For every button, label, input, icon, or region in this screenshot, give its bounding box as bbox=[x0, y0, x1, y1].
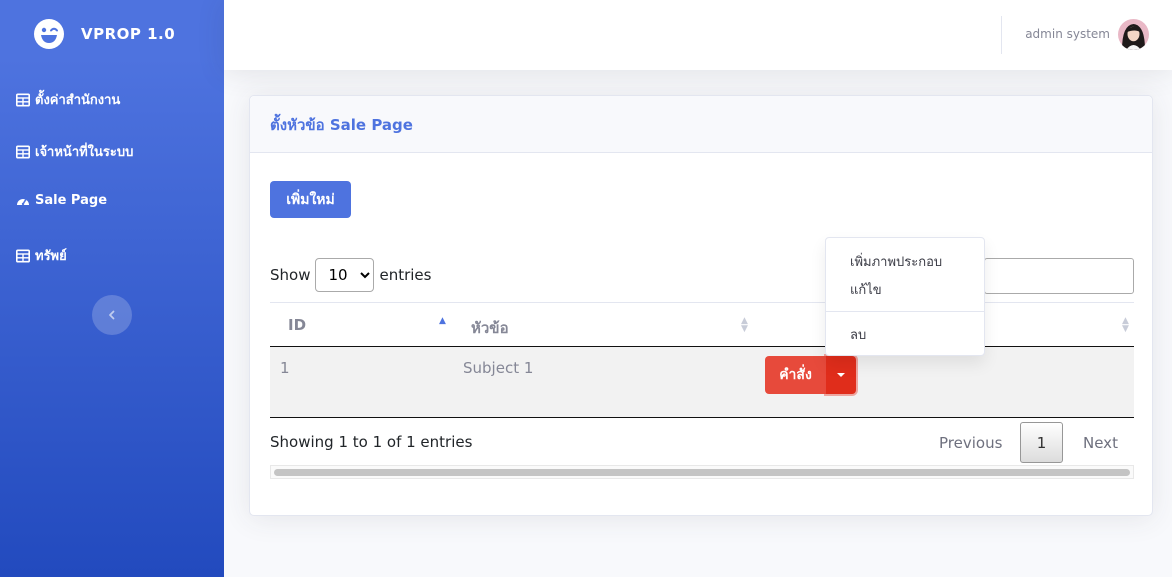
card-title: ตั้งหัวข้อ Sale Page bbox=[250, 96, 1152, 153]
menu-item-add-image[interactable]: เพิ่มภาพประกอบ bbox=[850, 251, 942, 272]
sidebar-item-label: ตั้งค่าสำนักงาน bbox=[35, 93, 121, 108]
menu-item-edit[interactable]: แก้ไข bbox=[850, 279, 882, 300]
pagination-page-1[interactable]: 1 bbox=[1020, 422, 1063, 463]
brand[interactable]: VPROP 1.0 bbox=[33, 17, 175, 51]
sort-both-icon[interactable]: ▲ ▼ bbox=[1122, 317, 1129, 334]
topbar: admin system bbox=[224, 0, 1172, 70]
table-header: ID ▲ หัวข้อ ▲ ▼ ▲ ▼ bbox=[270, 302, 1134, 347]
cell-subject: Subject 1 bbox=[463, 359, 534, 377]
sidebar-item-label: ทรัพย์ bbox=[35, 249, 67, 264]
add-new-button[interactable]: เพิ่มใหม่ bbox=[270, 181, 351, 218]
user-name[interactable]: admin system bbox=[1025, 27, 1110, 41]
horizontal-scrollbar[interactable] bbox=[270, 465, 1134, 479]
page-length-control: Show 10 entries bbox=[270, 258, 431, 292]
sort-both-icon[interactable]: ▲ ▼ bbox=[741, 317, 748, 334]
sidebar-item-staff[interactable]: เจ้าหน้าที่ในระบบ bbox=[16, 141, 133, 162]
brand-name: VPROP 1.0 bbox=[81, 25, 176, 43]
command-button[interactable]: คำสั่ง bbox=[765, 356, 826, 394]
chevron-left-icon bbox=[109, 310, 115, 320]
table-icon bbox=[16, 144, 30, 158]
sidebar-item-label: Sale Page bbox=[35, 193, 108, 208]
table-icon bbox=[16, 92, 30, 106]
sort-asc-icon[interactable]: ▲ bbox=[439, 317, 446, 326]
search-input[interactable] bbox=[984, 258, 1134, 294]
table-icon bbox=[16, 248, 30, 262]
page-length-select[interactable]: 10 bbox=[315, 258, 375, 292]
scrollbar-thumb[interactable] bbox=[274, 469, 1130, 476]
show-label: Show bbox=[270, 266, 311, 284]
column-header-id[interactable]: ID bbox=[288, 316, 306, 334]
sidebar: VPROP 1.0 ตั้งค่าสำนักงาน เจ้าหน้าที่ในร… bbox=[0, 0, 224, 577]
entries-label: entries bbox=[379, 266, 432, 284]
topbar-divider bbox=[1001, 16, 1002, 54]
tachometer-icon bbox=[17, 198, 29, 205]
sidebar-item-property[interactable]: ทรัพย์ bbox=[16, 245, 67, 266]
pagination-next[interactable]: Next bbox=[1083, 434, 1118, 452]
user-avatar-icon bbox=[1118, 19, 1149, 50]
cell-id: 1 bbox=[280, 359, 290, 377]
laugh-wink-icon bbox=[34, 19, 64, 49]
pagination-previous[interactable]: Previous bbox=[939, 434, 1002, 452]
column-header-subject[interactable]: หัวข้อ bbox=[471, 316, 509, 340]
sidebar-toggle-button[interactable] bbox=[92, 295, 132, 335]
avatar[interactable] bbox=[1118, 19, 1149, 50]
menu-item-delete[interactable]: ลบ bbox=[850, 324, 866, 345]
data-table: ID ▲ หัวข้อ ▲ ▼ ▲ ▼ 1 Subject 1 คำสั่ง bbox=[270, 302, 1134, 418]
table-row: 1 Subject 1 คำสั่ง bbox=[270, 347, 1134, 418]
sidebar-item-label: เจ้าหน้าที่ในระบบ bbox=[35, 145, 134, 160]
menu-divider bbox=[826, 311, 984, 312]
sale-page-card: ตั้งหัวข้อ Sale Page เพิ่มใหม่ Show 10 e… bbox=[249, 95, 1153, 516]
table-info: Showing 1 to 1 of 1 entries bbox=[270, 433, 473, 451]
action-split-button: คำสั่ง bbox=[765, 356, 856, 394]
caret-down-icon bbox=[837, 373, 845, 377]
command-dropdown-toggle[interactable] bbox=[826, 356, 856, 394]
command-dropdown-menu: เพิ่มภาพประกอบ แก้ไข ลบ bbox=[825, 237, 985, 356]
sidebar-item-office-settings[interactable]: ตั้งค่าสำนักงาน bbox=[16, 89, 120, 110]
sidebar-item-sale-page[interactable]: Sale Page bbox=[16, 193, 107, 208]
